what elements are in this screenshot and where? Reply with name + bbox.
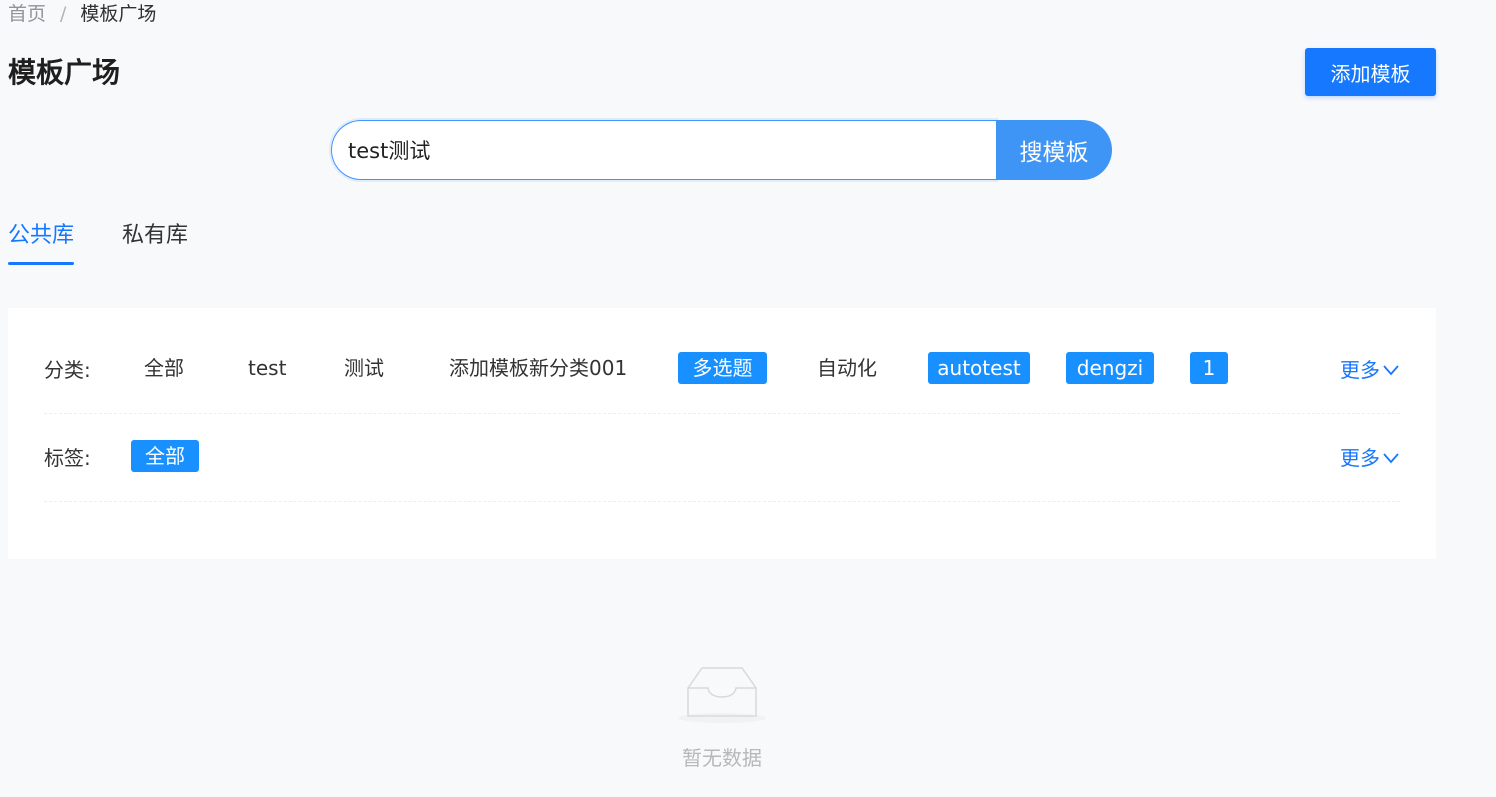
empty-state-text: 暂无数据 (682, 746, 762, 770)
category-option-autotest[interactable]: autotest (928, 352, 1030, 384)
category-filter-row: 分类: 全部 test 测试 添加模板新分类001 多选题 自动化 autote… (44, 324, 1400, 414)
category-label: 分类: (44, 358, 91, 382)
add-template-button[interactable]: 添加模板 (1305, 48, 1436, 96)
empty-inbox-icon (678, 667, 766, 723)
tag-filter-row: 标签: 全部 更多 (44, 412, 1400, 502)
tag-label: 标签: (44, 446, 91, 470)
chevron-down-icon (1383, 453, 1399, 464)
breadcrumb-separator: / (60, 3, 67, 25)
search-input[interactable] (331, 120, 996, 180)
category-option-automation[interactable]: 自动化 (817, 352, 877, 384)
tab-private-library[interactable]: 私有库 (122, 216, 188, 266)
category-option-ceshi[interactable]: 测试 (344, 352, 384, 384)
empty-state: 暂无数据 (676, 660, 768, 770)
category-option-dengzi[interactable]: dengzi (1066, 352, 1154, 384)
tab-public-library[interactable]: 公共库 (8, 216, 75, 266)
filter-panel: 分类: 全部 test 测试 添加模板新分类001 多选题 自动化 autote… (8, 308, 1436, 559)
breadcrumb: 首页 / 模板广场 (8, 2, 156, 26)
library-tabs: 公共库 私有库 (8, 216, 236, 266)
category-more-toggle[interactable]: 更多 (1340, 356, 1400, 384)
search-bar: 搜模板 (331, 120, 1112, 180)
category-option-multiple-choice[interactable]: 多选题 (678, 352, 767, 384)
chevron-down-icon (1383, 365, 1399, 376)
tag-option-all[interactable]: 全部 (131, 440, 199, 472)
tag-more-toggle[interactable]: 更多 (1340, 444, 1400, 472)
category-more-label: 更多 (1340, 358, 1380, 382)
tag-more-label: 更多 (1340, 446, 1380, 470)
breadcrumb-home-link[interactable]: 首页 (8, 2, 46, 26)
category-option-1[interactable]: 1 (1190, 352, 1228, 384)
breadcrumb-current: 模板广场 (80, 3, 157, 25)
category-option-all[interactable]: 全部 (144, 352, 184, 384)
category-option-test[interactable]: test (248, 352, 286, 384)
page-title: 模板广场 (8, 56, 121, 89)
category-option-new-category-001[interactable]: 添加模板新分类001 (449, 352, 627, 384)
search-button[interactable]: 搜模板 (996, 120, 1112, 180)
